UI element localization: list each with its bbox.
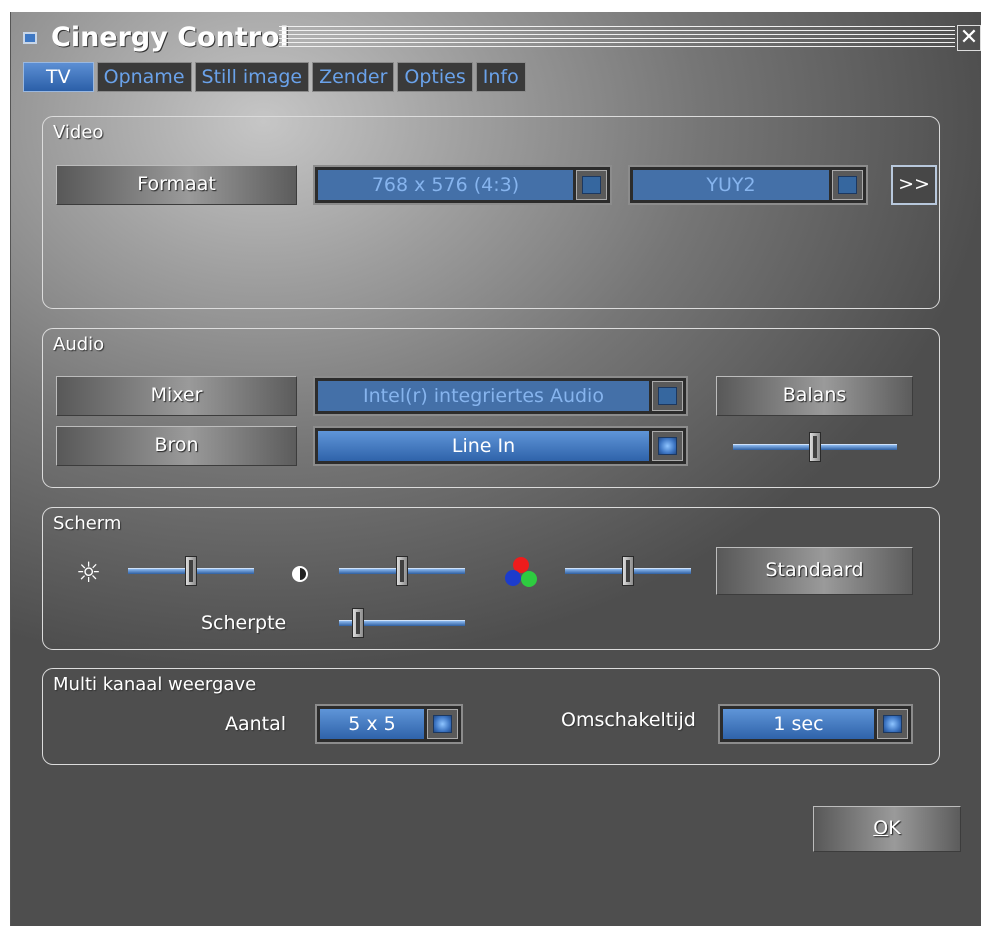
sharpness-slider[interactable] [339,608,465,638]
contrast-slider[interactable] [339,556,465,586]
balance-button[interactable]: Balans [716,376,913,416]
source-dropdown-button[interactable] [652,431,683,461]
balance-slider-thumb[interactable] [809,432,821,462]
count-dropdown-button[interactable] [427,709,458,739]
switch-time-value: 1 sec [723,709,874,739]
brightness-slider-thumb[interactable] [185,556,197,586]
sharpness-slider-thumb[interactable] [351,608,364,638]
window-title: Cinergy Control [51,22,289,53]
count-value: 5 x 5 [320,709,424,739]
window-icon [23,32,37,44]
format-button[interactable]: Formaat [56,165,297,205]
audio-group: Audio Mixer Intel(r) integriertes Audio … [42,328,940,488]
brightness-slider[interactable] [128,556,254,586]
sun-icon: ☼ [76,556,102,589]
multi-channel-group: Multi kanaal weergave Aantal 5 x 5 Omsch… [42,668,940,765]
tab-zender[interactable]: Zender [312,62,395,92]
cinergy-control-window: Cinergy Control ✕ TV Opname Still image … [10,12,981,926]
ok-button[interactable]: OK [813,806,961,852]
resolution-dropdown-button[interactable] [576,170,607,200]
count-select[interactable]: 5 x 5 [315,704,463,744]
video-group-label: Video [53,122,104,143]
contrast-icon [292,566,308,582]
mixer-value: Intel(r) integriertes Audio [318,381,649,411]
switch-time-dropdown-button[interactable] [877,709,908,739]
video-group: Video Formaat 768 x 576 (4:3) YUY2 >> [42,116,940,309]
screen-group-label: Scherm [53,513,122,534]
resolution-value: 768 x 576 (4:3) [318,170,573,200]
close-button[interactable]: ✕ [957,25,981,51]
tab-still-image[interactable]: Still image [194,62,310,92]
tab-tv[interactable]: TV [23,62,94,92]
title-bar[interactable]: Cinergy Control ✕ [11,20,981,54]
contrast-slider-thumb[interactable] [396,556,408,586]
mixer-button[interactable]: Mixer [56,376,297,416]
source-value: Line In [318,431,649,461]
switch-time-select[interactable]: 1 sec [718,704,913,744]
color-slider-thumb[interactable] [622,556,634,586]
blue-dot [505,570,521,586]
balance-slider[interactable] [733,432,897,462]
mixer-select[interactable]: Intel(r) integriertes Audio [313,376,688,416]
switch-time-label: Omschakeltijd [561,709,696,731]
source-button[interactable]: Bron [56,426,297,466]
colorspace-dropdown-button[interactable] [832,170,863,200]
rgb-color-icon [504,557,540,591]
screen-group: Scherm ☼ Standaard Scherpte [42,507,940,650]
green-dot [521,571,537,587]
tab-bar: TV Opname Still image Zender Opties Info [23,62,526,92]
tab-opties[interactable]: Opties [397,62,473,92]
color-slider[interactable] [565,556,691,586]
more-video-options-button[interactable]: >> [891,165,937,205]
colorspace-select[interactable]: YUY2 [628,165,868,205]
colorspace-value: YUY2 [633,170,829,200]
source-select[interactable]: Line In [313,426,688,466]
multi-channel-group-label: Multi kanaal weergave [53,674,257,695]
audio-group-label: Audio [53,334,105,355]
title-bar-grip [279,26,955,50]
ok-label-rest: K [888,817,901,839]
mixer-dropdown-button[interactable] [652,381,683,411]
tab-opname[interactable]: Opname [96,62,192,92]
count-label: Aantal [225,713,287,735]
tab-info[interactable]: Info [475,62,526,92]
ok-accelerator: O [873,817,889,839]
sharpness-label: Scherpte [201,612,287,634]
default-button[interactable]: Standaard [716,547,913,595]
resolution-select[interactable]: 768 x 576 (4:3) [313,165,612,205]
